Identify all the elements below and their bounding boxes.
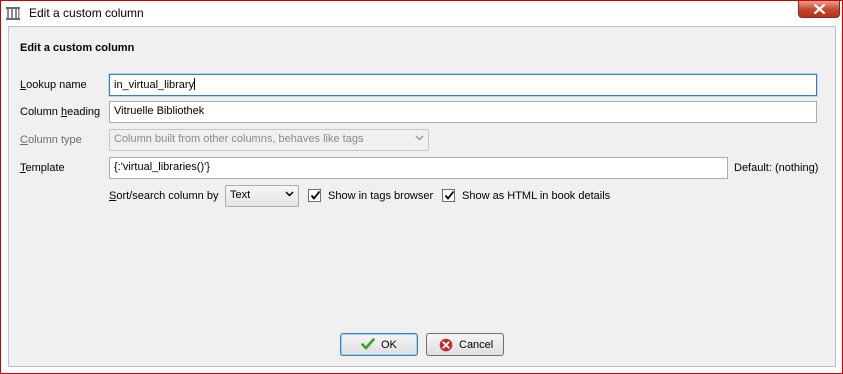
text-caret	[194, 78, 196, 90]
column-heading-label: Column heading	[20, 106, 101, 118]
title-bar[interactable]: Edit a custom column	[1, 1, 842, 25]
template-input[interactable]: {:'virtual_libraries()'}	[109, 157, 728, 179]
show-as-html-checkbox[interactable]	[442, 189, 455, 202]
ok-button[interactable]: OK	[340, 333, 418, 356]
checkmark-icon	[310, 190, 321, 200]
lookup-name-input[interactable]: in_virtual_library	[109, 74, 817, 96]
lookup-name-label: Lookup name	[20, 79, 87, 91]
column-type-label: Column type	[20, 134, 82, 146]
dialog-heading: Edit a custom column	[20, 42, 135, 54]
window-title: Edit a custom column	[29, 6, 144, 20]
library-app-icon	[6, 7, 20, 20]
checkmark-icon	[444, 190, 455, 200]
cancel-icon	[439, 338, 453, 352]
show-in-tags-browser-label[interactable]: Show in tags browser	[328, 190, 433, 202]
checkmark-icon	[361, 338, 375, 350]
sort-search-value: Text	[230, 189, 251, 201]
close-icon	[813, 4, 826, 14]
chevron-down-icon	[415, 135, 424, 141]
show-as-html-label[interactable]: Show as HTML in book details	[462, 190, 610, 202]
template-label: Template	[20, 162, 65, 174]
column-heading-input[interactable]: Vitruelle Bibliothek	[109, 101, 817, 123]
cancel-button-label: Cancel	[459, 339, 494, 351]
show-in-tags-browser-checkbox[interactable]	[308, 189, 321, 202]
column-type-value: Column built from other columns, behaves…	[114, 133, 364, 145]
column-heading-value: Vitruelle Bibliothek	[114, 105, 205, 117]
sort-search-select[interactable]: Text	[225, 185, 299, 207]
template-default-text: Default: (nothing)	[734, 162, 819, 174]
close-button[interactable]	[798, 1, 840, 18]
chevron-down-icon	[285, 191, 294, 197]
lookup-name-value: in_virtual_library	[114, 79, 195, 91]
template-value: {:'virtual_libraries()'}	[114, 161, 210, 173]
cancel-button[interactable]: Cancel	[426, 333, 504, 356]
column-type-select[interactable]: Column built from other columns, behaves…	[109, 129, 429, 151]
sort-search-label: Sort/search column by	[109, 190, 219, 202]
ok-button-label: OK	[381, 339, 397, 351]
